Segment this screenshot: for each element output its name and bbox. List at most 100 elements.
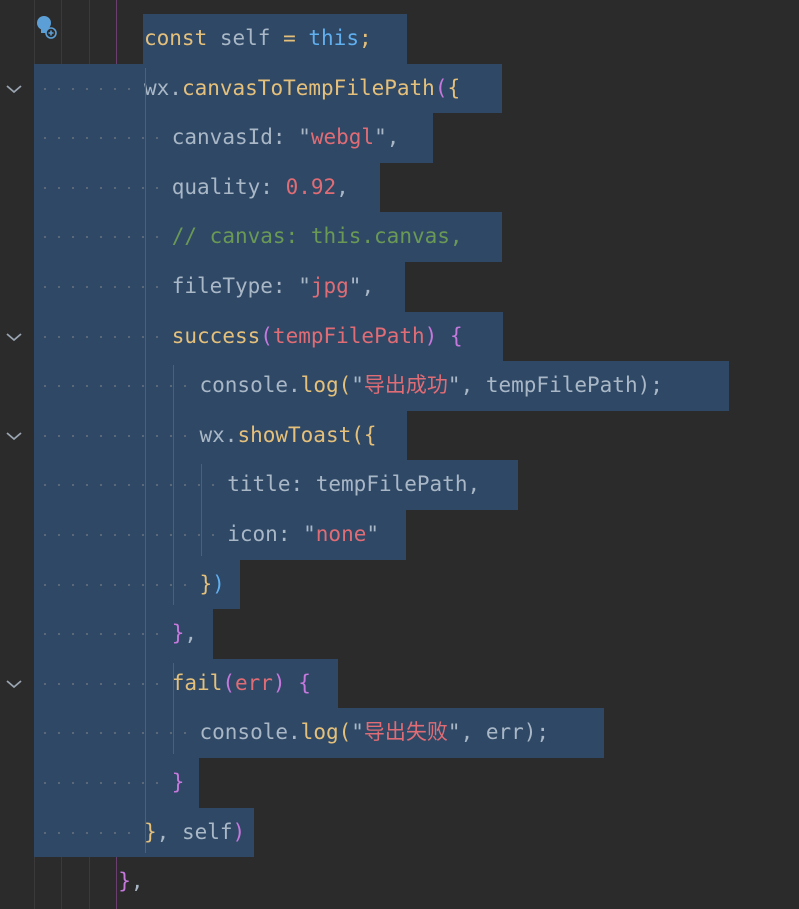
code-token: err [234,670,273,695]
code-line[interactable]: // canvas: this.canvas, [172,212,463,262]
block-indent-guide [173,662,174,754]
code-token: ) [272,670,299,695]
code-token: , self [156,819,233,844]
code-token: 导出失败 [363,720,448,745]
code-line[interactable]: const self = this; [144,14,372,64]
code-token: " [298,125,311,150]
code-token: ( [434,75,448,100]
lightbulb-icon[interactable] [34,14,58,40]
code-line[interactable]: console.log("导出失败", err); [200,708,550,758]
chevron-down-icon[interactable] [4,674,24,694]
whitespace-dots [38,286,166,288]
code-token: : [260,174,286,199]
code-token: quality [171,174,261,199]
code-token: , tempFilePath); [460,373,663,398]
whitespace-dots [38,484,222,487]
whitespace-dots [38,434,194,437]
code-token: icon [227,522,278,546]
code-token: = [283,26,296,50]
code-token: showToast [237,422,352,447]
code-token: fileType [171,274,273,298]
code-token: console [199,720,289,745]
code-token: const [144,26,208,50]
code-token: . [169,75,182,100]
whitespace-dots [38,186,166,189]
code-token: " [351,720,364,745]
code-token: jpg [310,274,349,298]
code-token: , [184,621,198,646]
code-line[interactable]: wx.showToast({ [200,411,377,461]
code-token: . [224,422,238,447]
whitespace-dots [38,732,194,735]
code-line[interactable]: } [172,758,185,808]
code-token: title [227,472,291,497]
code-line[interactable]: success(tempFilePath) { [172,312,463,362]
code-token: { [449,323,463,348]
code-token: " [366,522,380,546]
chevron-down-icon[interactable] [4,79,24,99]
code-token: , [361,274,375,298]
code-token: " [348,274,362,298]
code-line[interactable]: }, [172,609,197,659]
block-indent-guide [173,365,174,606]
code-line[interactable]: fileType: "jpg", [172,262,374,312]
code-token: wx [144,75,170,100]
chevron-down-icon[interactable] [4,426,24,446]
code-token: " [374,125,387,150]
whitespace-dots [38,385,194,388]
code-line[interactable]: icon: "none" [227,510,379,560]
code-token: " [303,522,316,546]
code-token: log [300,373,339,398]
whitespace-dots [38,831,138,834]
code-line[interactable]: wx.canvasToTempFilePath({ [144,64,460,114]
code-line[interactable]: }, self) [144,808,245,858]
code-line[interactable]: }) [200,560,225,610]
code-token: self [207,26,284,50]
code-token: } [171,621,185,646]
code-line[interactable]: quality: 0.92, [172,163,349,213]
code-token: . [288,373,301,398]
code-token: ) [212,571,225,596]
code-token: " [298,274,311,298]
whitespace-dots [38,137,166,140]
code-line[interactable]: title: tempFilePath, [227,460,480,510]
code-editor[interactable]: const self = this; wx.canvasToTempFilePat… [0,0,799,909]
code-token: canvasToTempFilePath [181,75,435,100]
code-token: , [130,869,144,894]
code-line[interactable]: console.log("导出成功", tempFilePath); [200,361,663,411]
code-line[interactable]: fail(err) { [172,659,311,709]
code-token: : [272,274,299,298]
code-token: log [300,720,339,745]
code-line[interactable]: }, [118,857,143,907]
code-token: webgl [310,125,375,150]
code-token: , [386,125,400,150]
code-token: wx [199,422,225,447]
whitespace-dots [38,583,194,586]
code-token: fail [171,670,223,695]
code-token: ( [338,720,352,745]
code-token: , [336,174,349,199]
code-token: } [118,869,131,894]
code-token: console [199,373,289,398]
code-token: ( [351,422,364,447]
code-token: // canvas: this.canvas, [171,224,463,249]
code-token: " [351,373,364,398]
code-token: tempFilePath [272,323,425,348]
code-token: ( [260,323,273,348]
code-line[interactable]: canvasId: "webgl", [172,113,400,163]
code-token: 0.92 [285,174,337,199]
whitespace-dots [38,87,138,90]
code-token: " [447,720,461,745]
code-token: ( [338,373,352,398]
code-token: ) [232,819,246,844]
chevron-down-icon[interactable] [4,327,24,347]
code-token: success [171,323,261,348]
code-token: canvasId [171,125,273,150]
whitespace-dots [38,534,222,536]
code-token: : [272,125,299,150]
code-token: { [363,422,377,447]
whitespace-dots [38,633,166,636]
code-token: { [447,75,461,100]
whitespace-dots [38,236,166,239]
